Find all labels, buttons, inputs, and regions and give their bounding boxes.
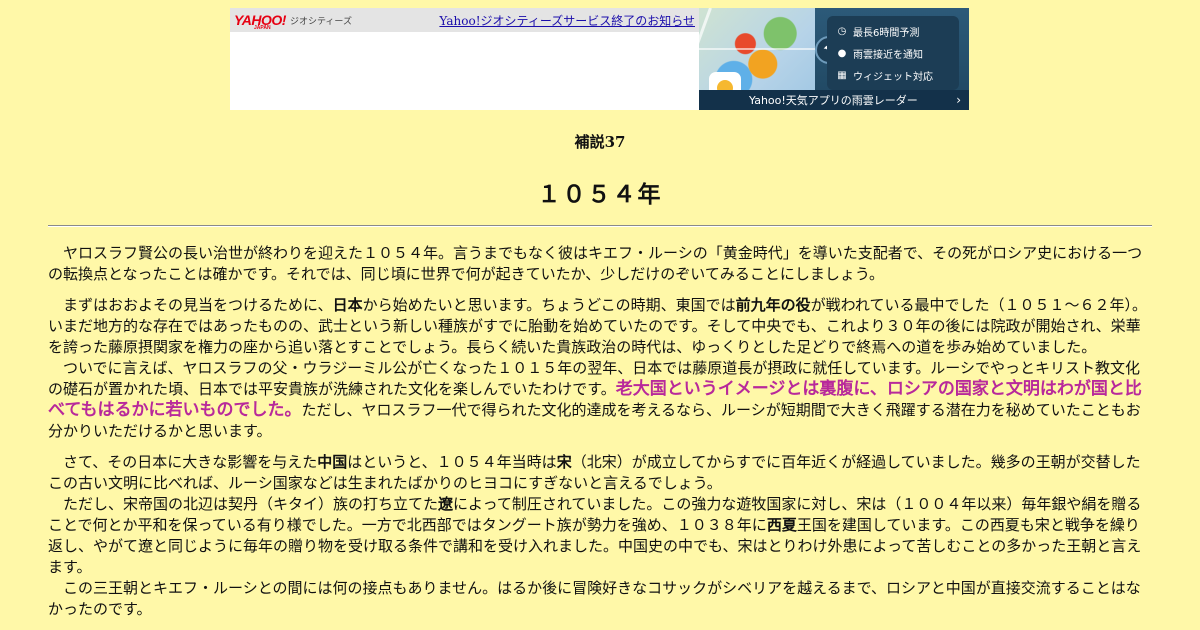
keyword-song: 宋: [556, 453, 572, 471]
feature-forecast: ◷ 最長6時間予測: [835, 20, 951, 42]
keyword-zenkunen: 前九年の役: [735, 296, 811, 314]
keyword-japan: 日本: [332, 296, 363, 314]
paragraph-1: ヤロスラフ賢公の長い治世が終わりを迎えた１０５４年。言うまでもなく彼はキエフ・ル…: [48, 244, 1143, 283]
widget-grid-icon: ▦: [837, 69, 847, 81]
page-subtitle: 補説37: [574, 133, 626, 151]
feature-widget: ▦ ウィジェット対応: [835, 64, 951, 86]
clock-icon: ◷: [837, 25, 847, 37]
banner-left-panel: YAHOO! JAPAN ジオシティーズ Yahoo!ジオシティーズサービス終了…: [230, 8, 699, 110]
page-title: １０５４年: [537, 182, 663, 208]
chevron-right-icon: ›: [956, 93, 961, 107]
paragraph-5: ただし、宋帝国の北辺は契丹（キタイ）族の打ち立てた遼によって制圧されていました。…: [48, 495, 1142, 576]
keyword-china: 中国: [317, 453, 348, 471]
article-body: ヤロスラフ賢公の長い治世が終わりを迎えた１０５４年。言うまでもなく彼はキエフ・ル…: [48, 243, 1152, 630]
yahoo-japan-logo[interactable]: YAHOO! JAPAN: [234, 13, 286, 31]
keyword-liao: 遼: [438, 495, 454, 513]
paragraph-2: まずはおおよその見当をつけるために、日本から始めたいと思います。ちょうどこの時期…: [48, 296, 1147, 356]
weather-app-ad[interactable]: ☂ ◷ 最長6時間予測 ● 雨雲接近を通知 ▦ ウィジェット対応 Yahoo!天…: [699, 8, 969, 110]
keyword-western-xia: 西夏: [766, 516, 797, 534]
weather-app-link-bar[interactable]: Yahoo!天気アプリの雨雲レーダー ›: [699, 90, 969, 110]
feature-notify: ● 雨雲接近を通知: [835, 42, 951, 64]
paragraph-6: この三王朝とキエフ・ルーシとの間には何の接点もありません。はるか後に冒険好きなコ…: [48, 579, 1141, 618]
service-end-notice-link[interactable]: Yahoo!ジオシティーズサービス終了のお知らせ: [439, 12, 695, 29]
geocities-service-name: ジオシティーズ: [289, 16, 352, 27]
app-feature-list: ◷ 最長6時間予測 ● 雨雲接近を通知 ▦ ウィジェット対応: [827, 16, 959, 90]
app-bar-label: Yahoo!天気アプリの雨雲レーダー: [749, 94, 918, 107]
geocities-ad-banner: YAHOO! JAPAN ジオシティーズ Yahoo!ジオシティーズサービス終了…: [230, 8, 969, 110]
horizontal-divider: [48, 225, 1152, 227]
banner-top-bar: YAHOO! JAPAN ジオシティーズ Yahoo!ジオシティーズサービス終了…: [230, 8, 699, 32]
paragraph-4: さて、その日本に大きな影響を与えた中国はというと、１０５４年当時は宋（北宋）が成…: [48, 453, 1141, 492]
location-pin-icon: ●: [837, 47, 847, 59]
paragraph-3: ついでに言えば、ヤロスラフの父・ウラジーミル公が亡くなった１０１５年の翌年、日本…: [48, 359, 1142, 440]
